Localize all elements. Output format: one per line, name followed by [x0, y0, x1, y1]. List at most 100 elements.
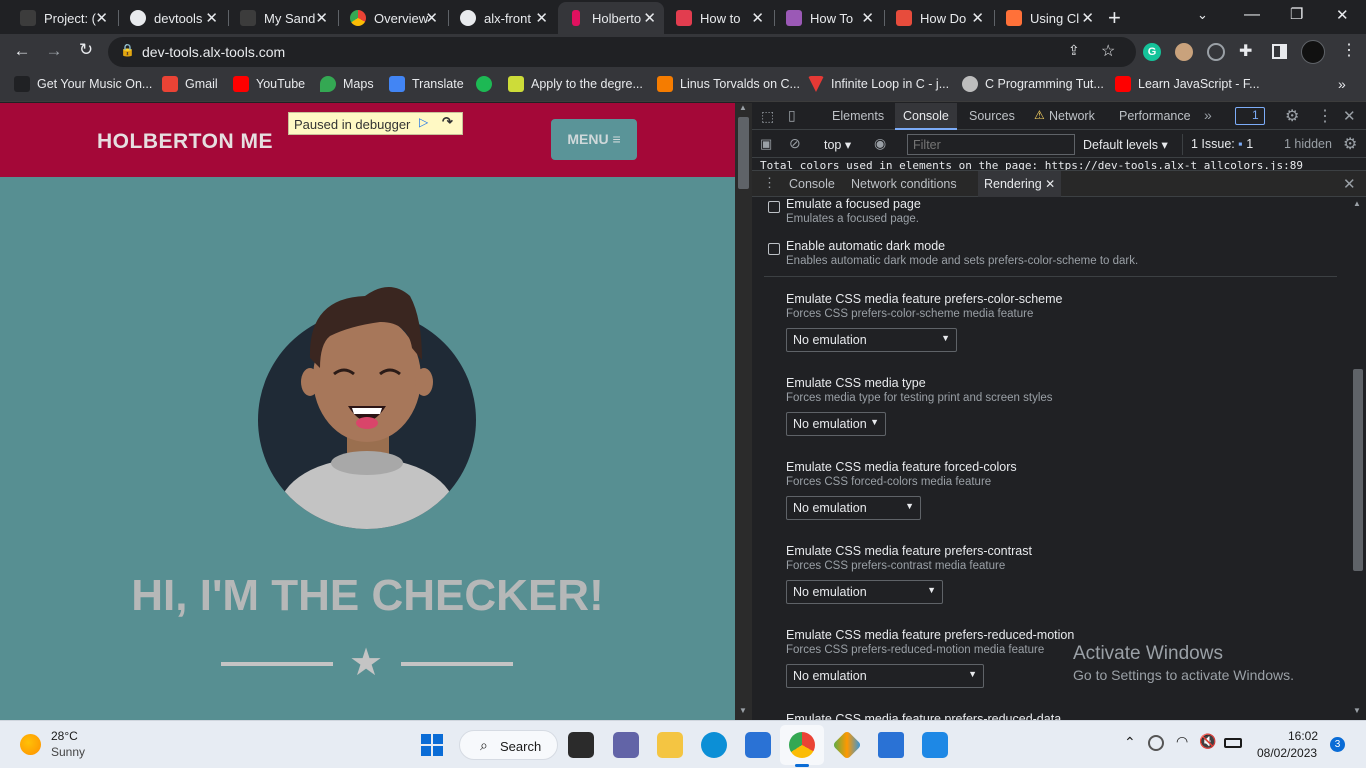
menu-button[interactable]: MENU ≡ — [551, 119, 637, 160]
close-icon[interactable]: ✕ — [95, 9, 108, 27]
tab-console[interactable]: Console — [895, 103, 957, 130]
close-icon[interactable]: ✕ — [1081, 9, 1094, 27]
page-scrollbar[interactable]: ▲ ▼ — [735, 103, 752, 720]
bookmarks-overflow-icon[interactable]: » — [1338, 76, 1346, 92]
chrome-icon[interactable] — [789, 732, 815, 758]
scroll-thumb[interactable] — [738, 117, 749, 189]
reload-icon[interactable]: ↻ — [74, 40, 98, 60]
bookmark-item[interactable]: Get Your Music On... — [14, 76, 152, 92]
tab-performance[interactable]: Performance — [1119, 109, 1191, 123]
levels-dropdown[interactable]: Default levels ▾ — [1083, 137, 1168, 152]
close-icon[interactable]: ✕ — [861, 9, 874, 27]
prefers-reduced-motion-select[interactable]: No emulation ▼ — [786, 664, 984, 688]
close-icon[interactable]: ✕ — [643, 9, 656, 27]
wifi-icon[interactable]: ◠ — [1176, 733, 1188, 750]
new-tab-icon[interactable]: + — [1108, 5, 1121, 31]
volume-muted-icon[interactable]: 🔇 — [1199, 733, 1216, 750]
bookmark-item[interactable]: C Programming Tut... — [962, 76, 1104, 92]
bookmark-item[interactable]: Apply to the degre... — [508, 76, 643, 92]
scroll-down-icon[interactable]: ▼ — [739, 706, 747, 715]
close-icon[interactable]: ✕ — [971, 9, 984, 27]
device-toolbar-icon[interactable]: ▯ — [788, 107, 796, 124]
edge-icon[interactable] — [701, 732, 727, 758]
settings-gear-icon[interactable]: ⚙ — [1285, 106, 1299, 126]
window-close-icon[interactable]: ✕ — [1336, 6, 1349, 24]
console-filter-input[interactable] — [907, 134, 1075, 155]
bookmark-item[interactable]: Infinite Loop in C - j... — [808, 76, 949, 92]
checkbox[interactable] — [768, 201, 780, 213]
close-icon[interactable]: ✕ — [205, 9, 218, 27]
tab-search-chevron-icon[interactable]: ⌄ — [1197, 7, 1208, 23]
side-panel-icon[interactable] — [1272, 44, 1287, 59]
address-bar[interactable]: 🔒 dev-tools.alx-tools.com ⇪ ☆ — [108, 37, 1136, 67]
profile-avatar[interactable] — [1301, 40, 1325, 64]
step-over-icon[interactable]: ↷ — [442, 114, 453, 130]
tab-how-to-2[interactable]: How To ✕ — [774, 4, 882, 32]
minimize-icon[interactable]: — — [1244, 6, 1260, 24]
puzzle-icon[interactable]: ✚ — [1239, 41, 1252, 61]
console-settings-icon[interactable]: ⚙ — [1343, 134, 1357, 154]
devtools-more-icon[interactable]: ⋮ — [1317, 106, 1333, 126]
prefers-color-scheme-select[interactable]: No emulation ▼ — [786, 328, 957, 352]
tab-alx-front[interactable]: alx-front ✕ — [448, 4, 556, 32]
scroll-up-icon[interactable]: ▲ — [1353, 199, 1361, 208]
clock-date[interactable]: 08/02/2023 — [1257, 746, 1317, 760]
forward-icon[interactable]: → — [42, 41, 66, 61]
tab-elements[interactable]: Elements — [832, 109, 884, 123]
bookmark-item[interactable]: Linus Torvalds on C... — [657, 76, 800, 92]
tab-how-do[interactable]: How Do ✕ — [884, 4, 992, 32]
scroll-down-icon[interactable]: ▼ — [1353, 706, 1361, 715]
grammarly-icon[interactable]: G — [1143, 43, 1161, 61]
inspect-element-icon[interactable]: ⬚ — [761, 108, 774, 125]
eye-icon[interactable]: ◉ — [874, 135, 886, 152]
sun-icon[interactable] — [20, 734, 41, 755]
drawer-tab-console[interactable]: Console — [789, 177, 835, 191]
sidebar-toggle-icon[interactable]: ▣ — [760, 136, 772, 152]
share-icon[interactable]: ⇪ — [1068, 42, 1080, 59]
rendering-scrollbar[interactable]: ▲ ▼ — [1350, 197, 1366, 720]
close-icon[interactable]: ✕ — [1045, 177, 1055, 191]
bookmark-item[interactable]: Learn JavaScript - F... — [1115, 76, 1260, 92]
restore-icon[interactable]: ❐ — [1290, 5, 1303, 23]
tab-network[interactable]: Network — [1049, 109, 1095, 123]
app-icon[interactable] — [832, 730, 862, 760]
drawer-tab-network-conditions[interactable]: Network conditions — [851, 177, 957, 191]
close-icon[interactable]: ✕ — [751, 9, 764, 27]
photos-icon[interactable] — [922, 732, 948, 758]
extension-avatar-icon[interactable] — [1175, 43, 1193, 61]
close-icon[interactable]: ✕ — [315, 9, 328, 27]
drawer-tab-rendering[interactable]: Rendering ✕ — [978, 171, 1062, 197]
checkbox[interactable] — [768, 243, 780, 255]
clear-console-icon[interactable]: ⊘ — [789, 135, 801, 152]
extension-icon[interactable] — [1207, 43, 1225, 61]
bookmark-item[interactable]: Translate — [389, 76, 464, 92]
close-icon[interactable]: ✕ — [535, 9, 548, 27]
tab-holberton[interactable]: Holberto ✕ — [558, 2, 664, 34]
tab-project[interactable]: Project: ( ✕ — [8, 4, 116, 32]
drawer-close-icon[interactable]: ✕ — [1343, 175, 1356, 193]
close-icon[interactable]: ✕ — [425, 9, 438, 27]
windows-start-icon[interactable] — [421, 734, 443, 756]
issues-button[interactable]: 1 Issue: ▪ 1 — [1191, 137, 1253, 151]
forced-colors-select[interactable]: No emulation ▼ — [786, 496, 921, 520]
store-icon[interactable] — [745, 732, 771, 758]
drawer-menu-icon[interactable]: ⋮ — [763, 175, 776, 191]
bookmark-item[interactable]: Maps — [320, 76, 374, 92]
weather-temp[interactable]: 28°C — [51, 729, 78, 743]
taskbar-search[interactable]: ⌕ Search — [459, 730, 558, 760]
battery-icon[interactable] — [1224, 738, 1242, 748]
tab-sandbox[interactable]: My Sand ✕ — [228, 4, 336, 32]
scroll-up-icon[interactable]: ▲ — [739, 103, 747, 112]
devtools-close-icon[interactable]: ✕ — [1343, 107, 1356, 125]
tab-using-cl[interactable]: Using Cl ✕ — [994, 4, 1102, 32]
site-brand[interactable]: HOLBERTON ME — [97, 130, 273, 154]
prefers-contrast-select[interactable]: No emulation ▼ — [786, 580, 943, 604]
notification-badge[interactable]: 3 — [1330, 737, 1345, 752]
more-tabs-icon[interactable]: » — [1204, 107, 1212, 123]
onedrive-icon[interactable] — [1148, 735, 1164, 751]
notepad-icon[interactable] — [878, 732, 904, 758]
tab-overview[interactable]: Overview ✕ — [338, 4, 446, 32]
tab-sources[interactable]: Sources — [969, 109, 1015, 123]
tab-how-to-1[interactable]: How to ✕ — [664, 4, 772, 32]
tab-devtools[interactable]: devtools ✕ — [118, 4, 226, 32]
